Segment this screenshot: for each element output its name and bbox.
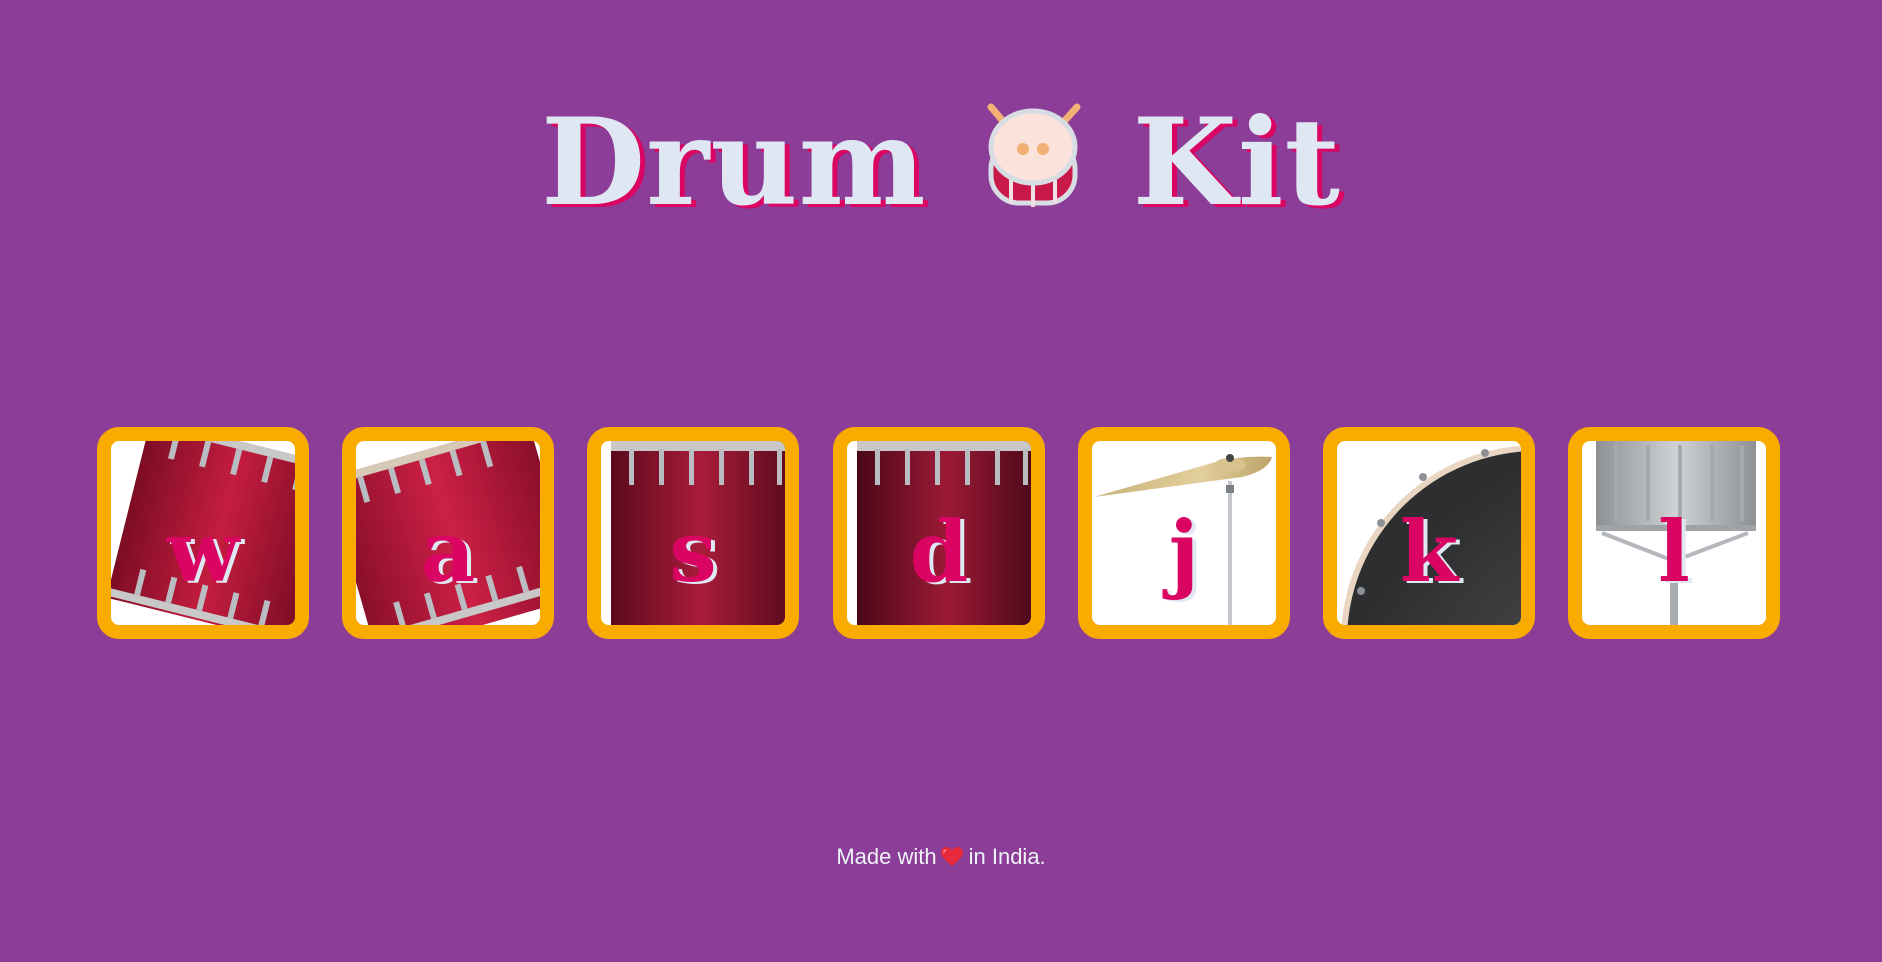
drum-key-a: a (420, 502, 476, 601)
drum-button-k[interactable]: k (1323, 427, 1535, 639)
drum-key-s: s (669, 502, 717, 601)
title-word-kit: Kit (1132, 91, 1341, 233)
heart-icon (940, 847, 963, 867)
drum-button-l[interactable]: l (1568, 427, 1780, 639)
title-word-drum: Drum (541, 91, 927, 233)
drum-key-w: w (166, 502, 240, 601)
footer: Made with in India. (0, 844, 1882, 870)
drum-key-l: l (1658, 502, 1690, 601)
drum-key-d: d (909, 502, 969, 601)
drum-key-k: k (1399, 502, 1459, 601)
footer-text-before: Made with (836, 844, 937, 869)
drum-set: w a s d j k l (97, 427, 1797, 639)
drum-key-j: j (1168, 502, 1200, 601)
drum-button-j[interactable]: j (1078, 427, 1290, 639)
drum-icon (973, 97, 1093, 217)
drum-button-a[interactable]: a (342, 427, 554, 639)
drum-button-w[interactable]: w (97, 427, 309, 639)
footer-text-after: in India. (968, 844, 1046, 869)
page-title: Drum Kit (0, 88, 1882, 228)
drum-button-s[interactable]: s (587, 427, 799, 639)
drum-button-d[interactable]: d (833, 427, 1045, 639)
